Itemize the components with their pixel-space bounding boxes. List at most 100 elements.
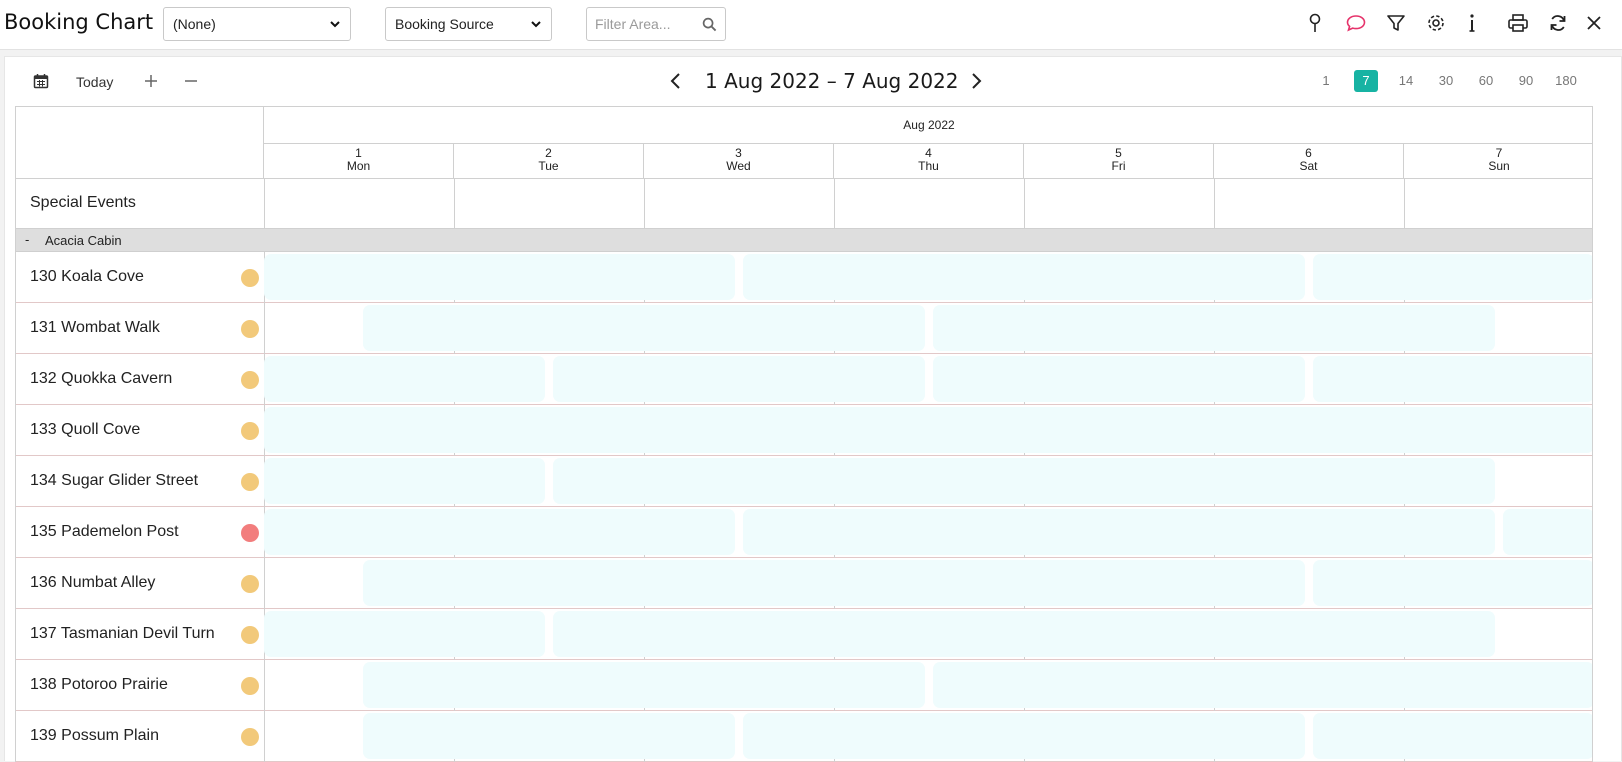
room-group-header[interactable]: - Acacia Cabin: [16, 229, 1592, 252]
booking-bar[interactable]: [1313, 560, 1592, 606]
room-name[interactable]: 139 Possum Plain: [30, 727, 159, 745]
booking-bar[interactable]: [264, 407, 1592, 453]
room-name[interactable]: 136 Numbat Alley: [30, 574, 155, 592]
filter-area-input[interactable]: [595, 16, 699, 32]
room-name[interactable]: 131 Wombat Walk: [30, 319, 160, 337]
special-event-cell[interactable]: [834, 179, 1024, 228]
collapse-toggle[interactable]: -: [25, 232, 29, 247]
room-status-dot: [241, 677, 259, 695]
room-status-dot: [241, 524, 259, 542]
info-icon[interactable]: [1460, 11, 1484, 35]
top-bar: Booking Chart (None) Booking Source: [0, 0, 1622, 50]
span-option-60[interactable]: 60: [1474, 70, 1498, 92]
room-row: 130 Koala Cove: [16, 252, 1592, 303]
filter-area: [586, 7, 726, 41]
close-icon[interactable]: [1582, 11, 1606, 35]
booking-bar[interactable]: [933, 662, 1592, 708]
chevron-left-icon[interactable]: [665, 70, 687, 92]
booking-bar[interactable]: [264, 611, 545, 657]
booking-bar[interactable]: [933, 305, 1495, 351]
booking-bar[interactable]: [1313, 356, 1592, 402]
span-option-30[interactable]: 30: [1434, 70, 1458, 92]
special-event-cell[interactable]: [1024, 179, 1214, 228]
booking-bar[interactable]: [264, 509, 735, 555]
room-name[interactable]: 135 Pademelon Post: [30, 523, 179, 541]
booking-source-select[interactable]: Booking Source: [385, 7, 552, 41]
span-option-7[interactable]: 7: [1354, 70, 1378, 92]
view-select-value: (None): [173, 16, 216, 32]
map-pin-icon[interactable]: [1303, 11, 1327, 35]
special-event-cell[interactable]: [1214, 179, 1404, 228]
booking-bar[interactable]: [264, 356, 545, 402]
booking-bar[interactable]: [363, 662, 925, 708]
special-event-cell[interactable]: [1404, 179, 1592, 228]
today-button[interactable]: Today: [76, 74, 113, 90]
room-group-label: Acacia Cabin: [45, 233, 122, 248]
room-name[interactable]: 130 Koala Cove: [30, 268, 144, 286]
booking-grid: Aug 2022 1 Mon 2 Tue 3 Wed 4 Thu 5 Fri 6 Sat 7 Sun Sp…: [15, 106, 1593, 762]
special-events-row: Special Events: [16, 179, 1592, 229]
room-name[interactable]: 138 Potoroo Prairie: [30, 676, 168, 694]
print-icon[interactable]: [1506, 11, 1530, 35]
room-name[interactable]: 133 Quoll Cove: [30, 421, 140, 439]
chat-icon[interactable]: [1344, 11, 1368, 35]
booking-bar[interactable]: [743, 509, 1495, 555]
plus-icon[interactable]: [141, 71, 161, 91]
span-option-1[interactable]: 1: [1314, 70, 1338, 92]
booking-bar[interactable]: [743, 713, 1305, 759]
booking-bar[interactable]: [743, 254, 1305, 300]
booking-bar[interactable]: [363, 560, 1305, 606]
room-status-dot: [241, 269, 259, 287]
booking-bar[interactable]: [933, 356, 1305, 402]
refresh-icon[interactable]: [1546, 11, 1570, 35]
day-of-week: Wed: [726, 159, 751, 173]
search-icon[interactable]: [702, 17, 717, 32]
booking-bar[interactable]: [553, 356, 925, 402]
day-of-week: Thu: [918, 159, 939, 173]
room-name[interactable]: 134 Sugar Glider Street: [30, 472, 198, 490]
special-event-cell[interactable]: [644, 179, 834, 228]
booking-bar[interactable]: [363, 305, 925, 351]
special-event-cell[interactable]: [264, 179, 454, 228]
room-row: 133 Quoll Cove: [16, 405, 1592, 456]
room-row: 135 Pademelon Post: [16, 507, 1592, 558]
gear-icon[interactable]: [1424, 11, 1448, 35]
booking-bar[interactable]: [553, 458, 1495, 504]
chevron-down-icon: [531, 21, 541, 28]
span-option-14[interactable]: 14: [1394, 70, 1418, 92]
calendar-icon[interactable]: [33, 73, 49, 89]
room-name[interactable]: 137 Tasmanian Devil Turn: [30, 625, 215, 643]
booking-bar[interactable]: [363, 713, 735, 759]
day-header: 6 Sat: [1214, 144, 1404, 179]
minus-icon[interactable]: [181, 71, 201, 91]
span-option-90[interactable]: 90: [1514, 70, 1538, 92]
room-row: 139 Possum Plain: [16, 711, 1592, 762]
room-row: 136 Numbat Alley: [16, 558, 1592, 609]
day-header: 1 Mon: [264, 144, 454, 179]
row-separator: [264, 660, 265, 711]
room-name[interactable]: 132 Quokka Cavern: [30, 370, 172, 388]
booking-bar[interactable]: [553, 611, 1495, 657]
day-of-week: Sun: [1488, 159, 1510, 173]
filter-icon[interactable]: [1384, 11, 1408, 35]
chevron-right-icon[interactable]: [965, 70, 987, 92]
day-header: 3 Wed: [644, 144, 834, 179]
booking-source-select-value: Booking Source: [395, 16, 494, 32]
room-row: 132 Quokka Cavern: [16, 354, 1592, 405]
span-option-180[interactable]: 180: [1554, 70, 1578, 92]
booking-bar[interactable]: [1313, 254, 1592, 300]
day-header: 7 Sun: [1404, 144, 1592, 179]
booking-bar[interactable]: [264, 254, 735, 300]
special-event-cell[interactable]: [454, 179, 644, 228]
view-select[interactable]: (None): [163, 7, 351, 41]
room-status-dot: [241, 320, 259, 338]
booking-bar[interactable]: [1313, 713, 1592, 759]
room-status-dot: [241, 422, 259, 440]
room-row: 138 Potoroo Prairie: [16, 660, 1592, 711]
room-status-dot: [241, 626, 259, 644]
special-events-label: Special Events: [30, 194, 136, 211]
booking-bar[interactable]: [1503, 509, 1592, 555]
booking-bar[interactable]: [264, 458, 545, 504]
chevron-down-icon: [330, 21, 340, 28]
day-of-week: Sat: [1299, 159, 1318, 173]
